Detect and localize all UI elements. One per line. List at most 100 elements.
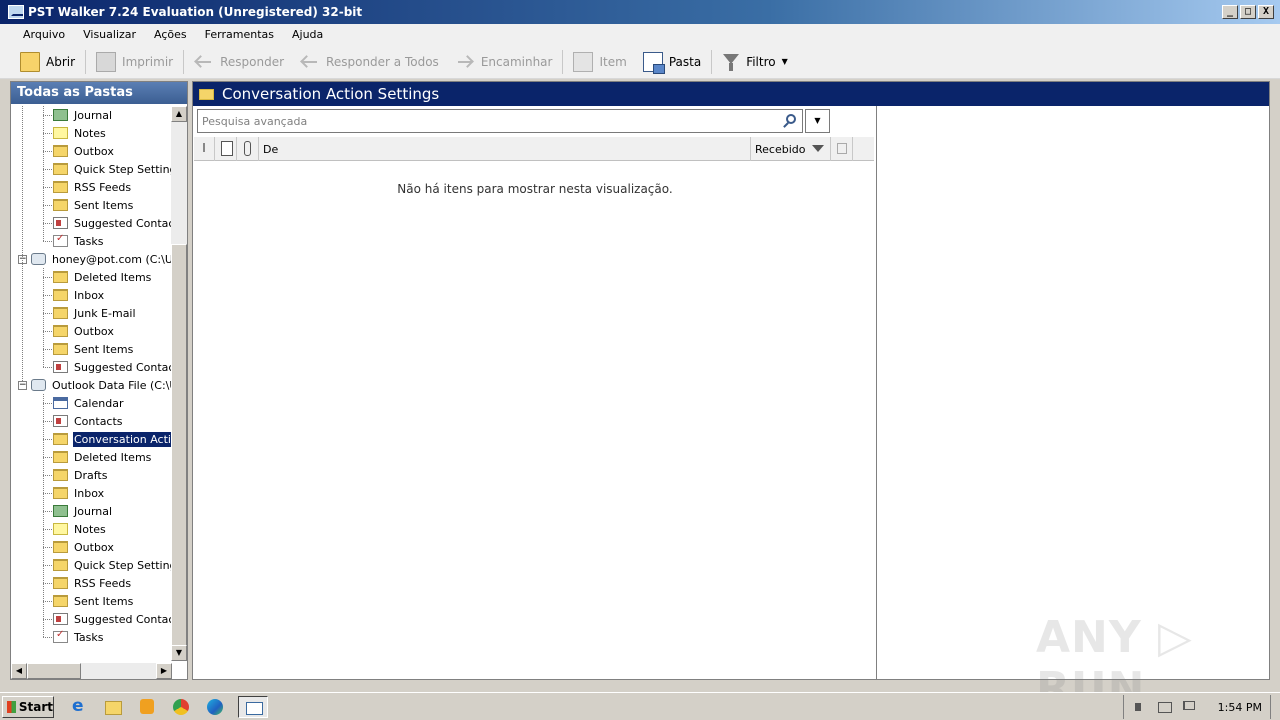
tree-item[interactable]: Journal: [53, 502, 113, 520]
tree-item[interactable]: Outbox: [53, 538, 115, 556]
tree-item[interactable]: Quick Step Settings: [53, 160, 172, 178]
internet-explorer-icon[interactable]: [68, 696, 90, 718]
tree-item[interactable]: Notes: [53, 124, 107, 142]
folder-tree[interactable]: Journal Notes Outbox Quick Step Settings RSS…: [11, 106, 172, 661]
maximize-button[interactable]: □: [1240, 5, 1256, 19]
tree-item[interactable]: Junk E-mail: [53, 304, 137, 322]
tree-item[interactable]: Calendar: [53, 394, 124, 412]
filter-funnel-icon: [722, 52, 740, 72]
notes-icon: [53, 523, 68, 535]
column-from[interactable]: De: [259, 137, 751, 161]
edge-icon[interactable]: [204, 696, 226, 718]
folder-icon: [53, 271, 68, 283]
column-attachment[interactable]: [237, 137, 259, 161]
media-player-icon[interactable]: [136, 696, 158, 718]
tree-collapse-toggle[interactable]: −: [18, 380, 27, 390]
scroll-right-button[interactable]: ▶: [156, 663, 172, 679]
account-icon: [31, 253, 46, 265]
pst-walker-taskbar-icon[interactable]: [238, 695, 268, 718]
tree-item[interactable]: Inbox: [53, 286, 105, 304]
close-button[interactable]: X: [1258, 5, 1274, 19]
tree-item[interactable]: Sent Items: [53, 340, 134, 358]
scroll-left-button[interactable]: ◀: [11, 663, 27, 679]
folder-icon: [53, 307, 68, 319]
tree-connector-line: [43, 295, 52, 296]
tree-connector-line: [43, 394, 44, 637]
tree-item[interactable]: Sent Items: [53, 196, 134, 214]
tree-connector-line: [43, 241, 52, 242]
scroll-down-button[interactable]: ▼: [171, 645, 187, 661]
column-item-type[interactable]: [215, 137, 237, 161]
menu-acoes[interactable]: Ações: [145, 28, 196, 41]
tree-item[interactable]: Suggested Contacts: [53, 214, 172, 232]
horizontal-scroll-thumb[interactable]: [27, 663, 81, 679]
tree-item[interactable]: RSS Feeds: [53, 574, 132, 592]
open-label: Abrir: [46, 54, 76, 69]
tree-item[interactable]: Notes: [53, 520, 107, 538]
item-button[interactable]: Item: [565, 48, 634, 76]
clock[interactable]: 1:54 PM: [1218, 701, 1262, 714]
tree-item[interactable]: Drafts: [53, 466, 108, 484]
print-button[interactable]: Imprimir: [88, 48, 181, 76]
tree-item[interactable]: Outbox: [53, 322, 115, 340]
start-button[interactable]: Start: [2, 695, 54, 718]
open-button[interactable]: Abrir: [12, 48, 83, 76]
file-explorer-icon[interactable]: [102, 696, 124, 718]
search-icon[interactable]: [786, 114, 796, 124]
action-center-flag-icon[interactable]: [1180, 699, 1196, 715]
windows-logo-icon: [7, 700, 16, 713]
tree-item[interactable]: Deleted Items: [53, 268, 152, 286]
column-flag-filter[interactable]: [831, 137, 853, 161]
tree-connector-line: [43, 583, 52, 584]
tree-item-selected[interactable]: Conversation Action: [53, 430, 172, 448]
column-received[interactable]: Recebido: [751, 137, 831, 161]
filter-dropdown-arrow-icon[interactable]: ▼: [782, 57, 788, 66]
speaker-icon[interactable]: [1132, 699, 1148, 715]
minimize-button[interactable]: _: [1222, 5, 1238, 19]
tree-item[interactable]: Inbox: [53, 484, 105, 502]
filter-button[interactable]: Filtro ▼: [714, 48, 796, 76]
tree-connector-line: [43, 151, 52, 152]
reading-pane: [878, 106, 1269, 679]
scroll-up-button[interactable]: ▲: [171, 106, 187, 122]
tree-item[interactable]: Contacts: [53, 412, 124, 430]
tree-item[interactable]: −honey@pot.com (C:\Use: [18, 250, 172, 268]
chrome-icon[interactable]: [170, 696, 192, 718]
reply-button[interactable]: Responder: [186, 48, 292, 76]
open-folder-icon: [20, 51, 40, 72]
tree-item[interactable]: Quick Step Settings: [53, 556, 172, 574]
folder-icon: [53, 325, 68, 337]
menu-arquivo[interactable]: Arquivo: [14, 28, 74, 41]
reply-all-button[interactable]: Responder a Todos: [292, 48, 447, 76]
tree-item[interactable]: Deleted Items: [53, 448, 152, 466]
tree-item[interactable]: Suggested Contacts: [53, 358, 172, 376]
tree-item[interactable]: Tasks: [53, 232, 104, 250]
tree-connector-line: [43, 619, 52, 620]
menu-ajuda[interactable]: Ajuda: [283, 28, 332, 41]
menu-visualizar[interactable]: Visualizar: [74, 28, 145, 41]
folder-tree-vertical-scrollbar[interactable]: ▲ ▼: [171, 106, 187, 661]
network-icon[interactable]: [1156, 699, 1172, 715]
tree-item-label: Sent Items: [74, 594, 134, 608]
vertical-scroll-thumb[interactable]: [171, 244, 187, 654]
tree-connector-line: [43, 529, 52, 530]
tree-item[interactable]: Journal: [53, 106, 113, 124]
tree-item[interactable]: Outbox: [53, 142, 115, 160]
menu-ferramentas[interactable]: Ferramentas: [196, 28, 283, 41]
folder-button[interactable]: Pasta: [635, 48, 709, 76]
tree-connector-line: [22, 106, 23, 381]
sort-descending-icon: [812, 145, 824, 152]
contacts-icon: [53, 415, 68, 427]
tree-item[interactable]: RSS Feeds: [53, 178, 132, 196]
column-importance[interactable]: [194, 137, 215, 161]
advanced-search-input[interactable]: [202, 114, 772, 128]
folder-icon: [53, 433, 68, 445]
tree-item[interactable]: Tasks: [53, 628, 104, 646]
tree-item[interactable]: Suggested Contacts: [53, 610, 172, 628]
search-dropdown-button[interactable]: ▼: [805, 109, 830, 133]
show-desktop-button[interactable]: [1270, 695, 1280, 719]
tree-item[interactable]: − Outlook Data File (C:\Us: [18, 376, 172, 394]
folder-tree-horizontal-scrollbar[interactable]: ◀ ▶: [11, 663, 172, 679]
forward-button[interactable]: Encaminhar: [447, 48, 561, 76]
tree-item[interactable]: Sent Items: [53, 592, 134, 610]
